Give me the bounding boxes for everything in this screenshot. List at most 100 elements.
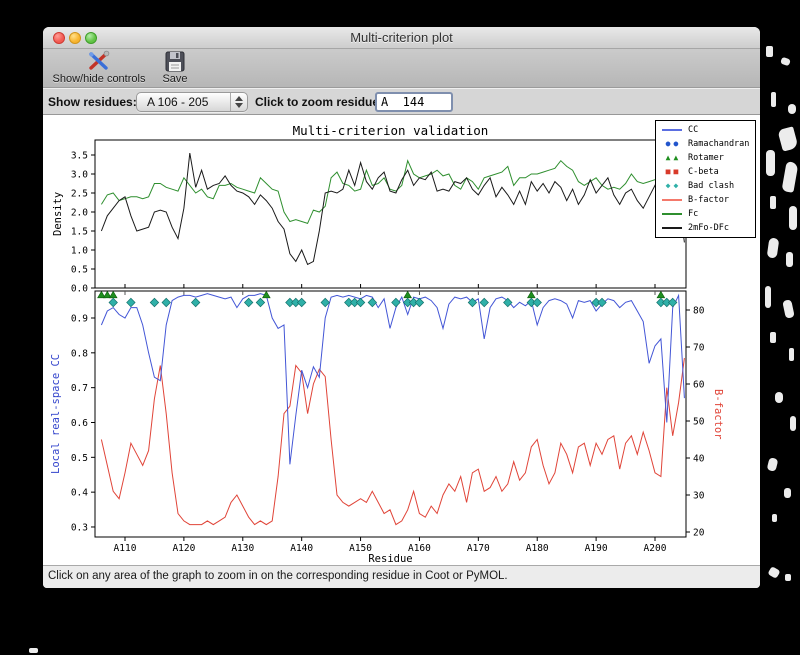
multi-criterion-plot[interactable]: 0.0 0.5 1.0 1.5 2.0 2.5 3.0 3.5 0.3 0.4 0.5 0.6 0.7 0… <box>43 115 760 565</box>
bad-clash-marker[interactable] <box>126 297 136 308</box>
show-hide-controls-button[interactable]: Show/hide controls <box>47 50 151 86</box>
legend-entry-cc: CC <box>659 123 752 137</box>
density-tick-label: 1.5 <box>71 227 88 238</box>
save-icon <box>163 50 187 73</box>
bad-clash-marker[interactable] <box>190 297 201 308</box>
bfactor-line <box>100 358 685 526</box>
screenshot-artifact <box>770 332 776 343</box>
screenshot-artifact <box>789 348 794 361</box>
screenshot-artifact <box>29 648 38 653</box>
legend-line-sample <box>659 213 685 215</box>
bad-clash-marker[interactable] <box>479 297 489 308</box>
bad-clash-marker[interactable] <box>296 297 307 308</box>
cc-tick-label: 0.7 <box>71 383 88 394</box>
screenshot-artifact <box>766 150 775 176</box>
rotamer-outlier-marker[interactable] <box>403 290 412 299</box>
two-mfo-dfc-line <box>100 153 685 266</box>
cc-tick-label: 0.9 <box>71 314 88 325</box>
legend-label: Rotamer <box>688 153 724 163</box>
screenshot-artifact <box>786 252 793 267</box>
bfactor-tick-label: 40 <box>693 454 705 465</box>
density-tick-label: 0.5 <box>71 265 88 276</box>
screenshot-artifact <box>766 237 780 259</box>
zoom-residue-label: Click to zoom residue: <box>255 95 384 109</box>
legend-line-sample <box>659 199 685 201</box>
screenshot-artifact <box>770 196 776 209</box>
bad-clash-marker[interactable] <box>320 297 330 308</box>
title-bar[interactable]: Multi-criterion plot <box>43 27 760 49</box>
bad-clash-marker[interactable] <box>149 297 160 308</box>
bad-clash-marker[interactable] <box>391 297 401 308</box>
plot-title: Multi-criterion validation <box>292 123 489 138</box>
bad-clash-marker[interactable] <box>108 297 118 308</box>
legend-entry-fc: Fc <box>659 207 752 221</box>
residue-range-value: A 106 - 205 <box>147 95 209 109</box>
density-tick-label: 1.0 <box>71 246 88 257</box>
window-title: Multi-criterion plot <box>350 30 453 45</box>
legend-marker-sample: ▲ ▲ <box>665 153 679 162</box>
bfactor-tick-label: 30 <box>693 491 705 502</box>
bad-clash-marker[interactable] <box>255 297 266 308</box>
bfactor-tick-label: 70 <box>693 343 705 354</box>
rotamer-outlier-marker[interactable] <box>108 290 118 299</box>
status-hint-text: Click on any area of the graph to zoom i… <box>48 570 508 582</box>
legend-label: Ramachandran <box>688 139 750 149</box>
cc-tick-label: 0.4 <box>71 488 88 499</box>
density-tick-label: 2.0 <box>71 208 88 219</box>
bfactor-tick-label: 80 <box>693 306 705 317</box>
rotamer-outlier-marker[interactable] <box>527 290 536 299</box>
screenshot-artifact <box>767 566 781 579</box>
bad-clash-marker[interactable] <box>503 297 513 308</box>
save-button[interactable]: Save <box>155 50 195 86</box>
screenshot-artifact <box>782 299 795 319</box>
legend-line-sample <box>659 129 685 131</box>
bad-clash-marker[interactable] <box>355 297 366 308</box>
residue-axis-label: Residue <box>368 553 413 565</box>
screenshot-artifact <box>788 104 796 114</box>
legend-label: 2mFo-DFc <box>688 223 729 233</box>
app-window: Multi-criterion plot Show/hide controls <box>43 27 760 588</box>
cc-axis-label: Local real-space CC <box>50 353 62 475</box>
cc-tick-label: 0.3 <box>71 522 88 533</box>
bad-clash-marker[interactable] <box>367 297 378 308</box>
screenshot-artifact <box>766 457 779 472</box>
bad-clash-marker[interactable] <box>161 297 171 308</box>
cc-tick-label: 0.5 <box>71 453 88 464</box>
screenshot-artifact <box>781 161 799 193</box>
show-residues-label: Show residues: <box>48 95 137 109</box>
legend-marker-sample: ◆ ◆ <box>665 181 679 190</box>
desktop-background: Multi-criterion plot Show/hide controls <box>0 0 800 655</box>
legend-entry-bad-clash: ◆ ◆ Bad clash <box>659 179 752 193</box>
plot-canvas[interactable]: 0.0 0.5 1.0 1.5 2.0 2.5 3.0 3.5 0.3 0.4 0.5 0.6 0.7 0… <box>43 115 760 565</box>
residue-range-select[interactable]: A 106 - 205 <box>136 92 248 112</box>
screenshot-artifact <box>777 126 799 152</box>
bad-clash-marker[interactable] <box>667 297 678 308</box>
density-tick-label: 3.5 <box>71 151 88 162</box>
legend-entry-c-beta: ■ ■ C-beta <box>659 165 752 179</box>
cc-tick-label: 0.6 <box>71 418 88 429</box>
density-tick-label: 0.0 <box>71 284 88 295</box>
legend-label: C-beta <box>688 167 719 177</box>
screenshot-artifact <box>772 514 777 522</box>
bad-clash-marker[interactable] <box>243 297 254 308</box>
legend-line-sample <box>659 227 685 229</box>
bad-clash-marker[interactable] <box>532 297 542 308</box>
bad-clash-marker[interactable] <box>414 297 425 308</box>
bfactor-tick-label: 20 <box>693 528 705 539</box>
screenshot-artifact <box>775 392 783 403</box>
legend-label: B-factor <box>688 195 729 205</box>
zoom-residue-input[interactable]: A 144 <box>375 92 453 112</box>
legend-marker-sample: ● ● <box>665 139 679 148</box>
top-axes-frame <box>94 139 687 289</box>
rotamer-outlier-marker[interactable] <box>656 290 666 299</box>
stepper-arrows-icon[interactable] <box>230 93 247 111</box>
screenshot-artifact <box>785 574 791 581</box>
legend-marker-sample: ■ ■ <box>665 167 679 176</box>
screenshot-artifact <box>766 46 773 57</box>
tools-icon <box>87 50 111 73</box>
bfactor-tick-label: 60 <box>693 380 705 391</box>
legend-label: Bad clash <box>688 181 735 191</box>
bad-clash-marker[interactable] <box>597 297 607 308</box>
control-bar: Show residues: A 106 - 205 Click to zoom… <box>43 88 760 115</box>
legend-label: CC <box>688 125 699 135</box>
